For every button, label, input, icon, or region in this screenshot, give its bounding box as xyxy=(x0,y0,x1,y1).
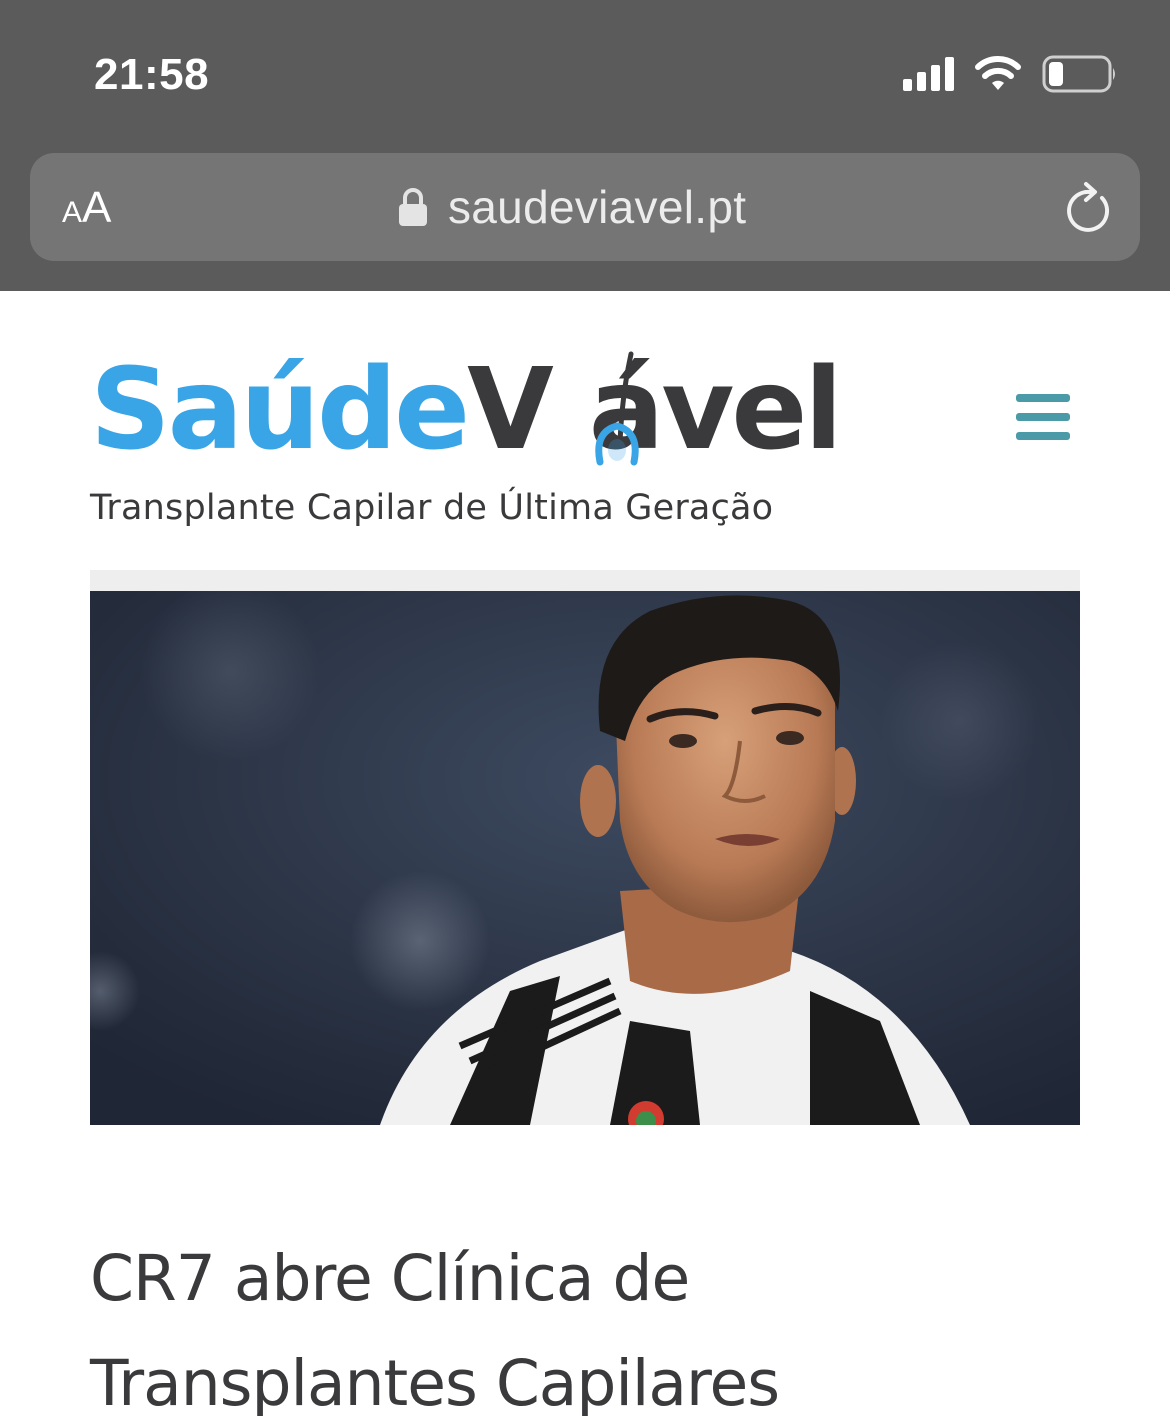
logo-wordmark: SaúdeV ável xyxy=(90,345,843,475)
hair-follicle-icon xyxy=(595,351,639,466)
site-tagline: Transplante Capilar de Última Geração xyxy=(90,488,774,528)
article-title[interactable]: CR7 abre Clínica de Transplantes Capilar… xyxy=(90,1226,1080,1416)
image-top-strip xyxy=(90,570,1080,591)
player-portrait-image xyxy=(90,591,1080,1125)
status-icons xyxy=(903,54,1118,94)
lock-icon xyxy=(399,188,427,226)
browser-chrome: 21:58 A A saudeviavel.pt xyxy=(0,0,1170,291)
site-logo[interactable]: SaúdeV ável xyxy=(90,348,843,473)
reload-icon[interactable] xyxy=(1062,181,1114,240)
url-display[interactable]: saudeviavel.pt xyxy=(398,179,746,235)
battery-icon xyxy=(1042,55,1118,93)
address-bar[interactable]: A A saudeviavel.pt xyxy=(30,153,1140,261)
status-time: 21:58 xyxy=(94,50,210,99)
text-size-button[interactable]: A A xyxy=(62,183,111,233)
cellular-signal-icon xyxy=(903,57,954,91)
wifi-icon xyxy=(974,56,1022,92)
hamburger-menu-icon[interactable] xyxy=(1012,390,1074,444)
url-text: saudeviavel.pt xyxy=(448,181,747,233)
article-hero-image[interactable] xyxy=(90,591,1080,1125)
